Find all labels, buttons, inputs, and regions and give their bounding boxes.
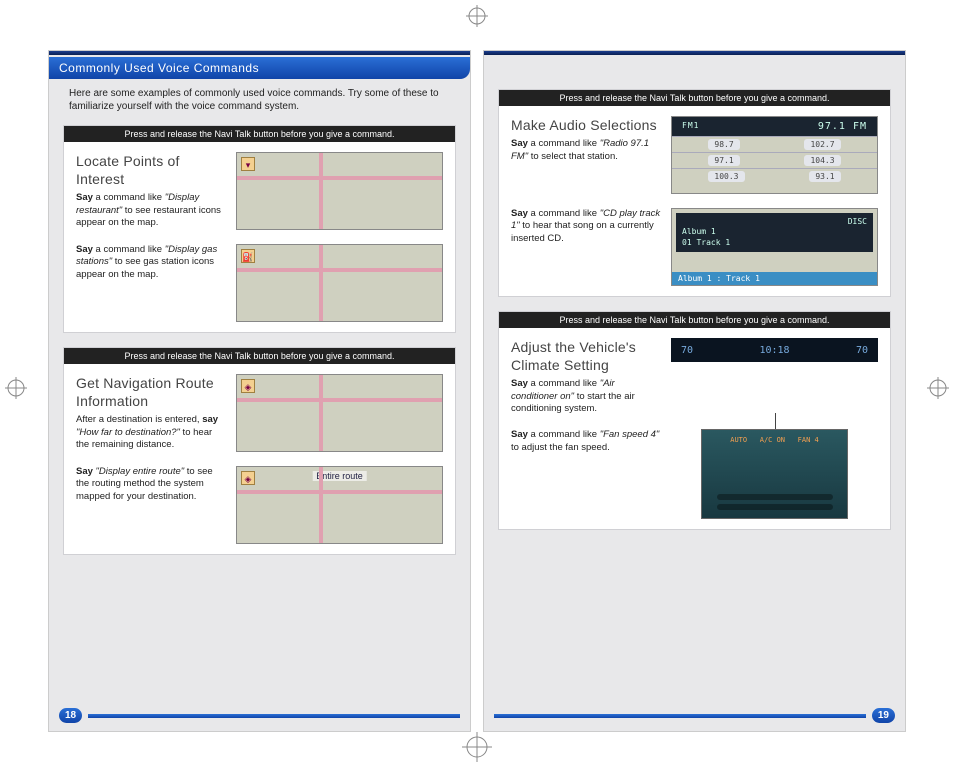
map-screenshot-restaurant: ▾ — [236, 152, 443, 230]
radio-presets-row3: 100.393.1 — [672, 168, 877, 184]
top-rule — [484, 51, 905, 55]
card-title: Get Navigation Route Information — [76, 374, 226, 410]
card-title: Locate Points of Interest — [76, 152, 226, 188]
card-title: Make Audio Selections — [511, 116, 661, 134]
poi-item-1: Locate Points of Interest Say a command … — [76, 152, 226, 230]
page-footer: 18 — [49, 704, 470, 731]
route-item-2: Say "Display entire route" to see the ro… — [76, 466, 226, 544]
card-title: Adjust the Vehicle's Climate Setting — [511, 338, 661, 374]
card-audio: Press and release the Navi Talk button b… — [498, 89, 891, 297]
page-footer: 19 — [484, 704, 905, 731]
map-label: Entire route — [312, 471, 367, 481]
crop-mark-bottom-icon — [462, 732, 492, 762]
crop-mark-left-icon — [5, 377, 27, 405]
climate-item-1: Adjust the Vehicle's Climate Setting Say… — [511, 338, 661, 415]
audio-item-2: Say a command like "CD play track 1" to … — [511, 208, 661, 286]
page-number: 18 — [59, 708, 82, 723]
climate-temp-left: 70 — [681, 345, 693, 356]
navi-talk-note: Press and release the Navi Talk button b… — [64, 126, 455, 142]
intro-text: Here are some examples of commonly used … — [49, 87, 470, 121]
cd-screenshot: DISC Album 1 01 Track 1 Album 1 : Track … — [671, 208, 878, 286]
crop-mark-top-icon — [466, 5, 488, 33]
card-climate: Press and release the Navi Talk button b… — [498, 311, 891, 530]
top-rule — [49, 51, 470, 55]
map-screenshot-entire-route: ◈ Entire route — [236, 466, 443, 544]
page-left: Commonly Used Voice Commands Here are so… — [48, 50, 471, 732]
route-item-1: Get Navigation Route Information After a… — [76, 374, 226, 452]
radio-frequency: 97.1 FM — [818, 121, 867, 132]
navi-talk-note: Press and release the Navi Talk button b… — [64, 348, 455, 364]
navi-talk-note: Press and release the Navi Talk button b… — [499, 312, 890, 328]
radio-presets-row1: 98.7102.7 — [672, 136, 877, 152]
map-screenshot-gas: ⛽ — [236, 244, 443, 322]
restaurant-icon: ▾ — [241, 157, 255, 171]
footer-rule — [88, 714, 460, 718]
climate-item-2: Say a command like "Fan speed 4" to adju… — [511, 429, 661, 519]
page-number: 19 — [872, 708, 895, 723]
audio-item-1: Make Audio Selections Say a command like… — [511, 116, 661, 194]
cd-line-2: 01 Track 1 — [682, 238, 867, 248]
map-screenshot-distance: ◈ — [236, 374, 443, 452]
climate-panel-readout: AUTO A/C ON FAN 4 — [717, 436, 833, 444]
poi-item-2: Say a command like "Display gas stations… — [76, 244, 226, 322]
crop-mark-right-icon — [927, 377, 949, 405]
footer-rule — [494, 714, 866, 718]
radio-screenshot: FM1 97.1 FM 98.7102.7 97.1104.3 100.393.… — [671, 116, 878, 194]
page-right: Press and release the Navi Talk button b… — [483, 50, 906, 732]
cd-line-1: Album 1 — [682, 227, 867, 237]
climate-time: 10:18 — [759, 345, 789, 356]
compass-icon: ◈ — [241, 379, 255, 393]
cd-disc-label: DISC — [682, 217, 867, 227]
section-header: Commonly Used Voice Commands — [49, 57, 470, 79]
card-nav-route: Press and release the Navi Talk button b… — [63, 347, 456, 555]
climate-temp-right: 70 — [856, 345, 868, 356]
navi-talk-note: Press and release the Navi Talk button b… — [499, 90, 890, 106]
cd-footer: Album 1 : Track 1 — [672, 272, 877, 285]
climate-panel-photo: AUTO A/C ON FAN 4 — [701, 429, 848, 519]
radio-presets-row2: 97.1104.3 — [672, 152, 877, 168]
card-locate-poi: Press and release the Navi Talk button b… — [63, 125, 456, 333]
compass-icon: ◈ — [241, 471, 255, 485]
climate-display: 70 10:18 70 — [671, 338, 878, 362]
gas-icon: ⛽ — [241, 249, 255, 263]
radio-band: FM1 — [682, 121, 699, 130]
